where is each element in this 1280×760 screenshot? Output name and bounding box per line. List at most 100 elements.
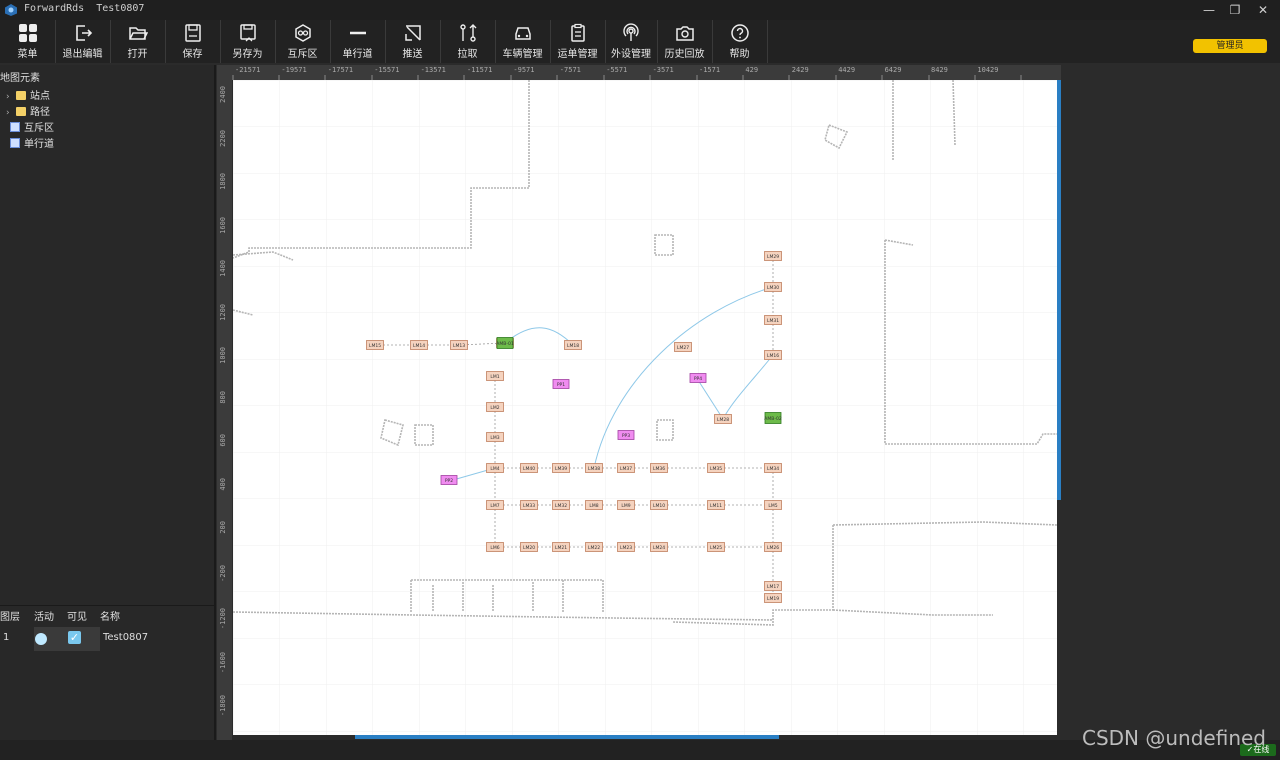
station-marker[interactable]: LM8 <box>585 500 603 510</box>
vertical-scrollbar[interactable] <box>1057 80 1061 500</box>
station-marker-label: LM9 <box>621 503 630 509</box>
station-marker[interactable]: LM10 <box>650 500 668 510</box>
station-marker-label: LM36 <box>653 466 665 472</box>
station-marker[interactable]: LM35 <box>707 463 725 473</box>
tree-item-oneway[interactable]: 单行道 <box>10 135 54 150</box>
robot-marker[interactable]: AMB-01 <box>496 337 514 349</box>
station-marker[interactable]: LM5 <box>764 500 782 510</box>
map-svg[interactable]: LM15LM14LM13LM12LM18LM1LM2LM3LM4LM40LM39… <box>233 80 1057 735</box>
order-mgmt-button[interactable]: 运单管理 <box>550 20 606 63</box>
pink-point-marker[interactable]: PP2 <box>440 475 458 485</box>
station-marker[interactable]: LM25 <box>707 542 725 552</box>
tree-item-stations[interactable]: › 站点 <box>6 87 50 102</box>
mutex-zone-button[interactable]: 互斥区 <box>275 20 331 63</box>
layer-row[interactable]: 1 ✓ Test0807 <box>0 626 214 652</box>
station-marker[interactable]: LM27 <box>674 342 692 352</box>
station-marker[interactable]: LM7 <box>486 500 504 510</box>
station-marker[interactable]: LM33 <box>520 500 538 510</box>
save-button[interactable]: 保存 <box>165 20 221 63</box>
ruler-left-label: -200 <box>219 564 227 582</box>
open-button[interactable]: 打开 <box>110 20 166 63</box>
station-marker[interactable]: LM30 <box>764 282 782 292</box>
save-as-button[interactable]: 另存为 <box>220 20 276 63</box>
pull-icon <box>459 24 476 42</box>
station-marker[interactable]: LM31 <box>764 315 782 325</box>
station-marker-label: LM3 <box>490 435 499 441</box>
menu-button[interactable]: 菜单 <box>0 20 56 63</box>
ruler-top-label: -11571 <box>467 66 493 74</box>
station-marker-label: LM1 <box>490 374 499 380</box>
broadcast-icon <box>623 23 639 41</box>
chevron-right-icon[interactable]: › <box>6 92 16 102</box>
station-marker[interactable]: LM2 <box>486 402 504 412</box>
station-marker[interactable]: LM17 <box>764 581 782 591</box>
chevron-right-icon[interactable]: › <box>6 108 16 118</box>
station-marker[interactable]: LM1 <box>486 371 504 381</box>
exit-edit-button[interactable]: 退出编辑 <box>55 20 111 63</box>
history-playback-button[interactable]: 历史回放 <box>657 20 713 63</box>
station-marker[interactable]: LM37 <box>617 463 635 473</box>
ruler-left-label: 2200 <box>219 129 227 147</box>
station-marker[interactable]: LM6 <box>486 542 504 552</box>
station-marker[interactable]: LM21 <box>552 542 570 552</box>
station-marker[interactable]: LM18 <box>564 340 582 350</box>
push-button[interactable]: 推送 <box>385 20 441 63</box>
station-marker[interactable]: LM15 <box>366 340 384 350</box>
pull-button[interactable]: 拉取 <box>440 20 496 63</box>
station-marker-label: LM6 <box>490 545 499 551</box>
station-marker[interactable]: LM26 <box>764 542 782 552</box>
admin-badge[interactable]: 管理员 <box>1193 39 1267 53</box>
pink-point-marker[interactable]: PP3 <box>617 430 635 440</box>
pink-point-marker[interactable]: PP1 <box>552 379 570 389</box>
horizontal-scrollbar[interactable] <box>355 735 779 739</box>
close-button[interactable]: ✕ <box>1250 0 1276 20</box>
station-marker-label: LM30 <box>767 285 779 291</box>
ruler-top-label: -15571 <box>374 66 400 74</box>
station-marker[interactable]: LM40 <box>520 463 538 473</box>
robot-marker[interactable]: AMB-02 <box>764 412 782 424</box>
station-marker[interactable]: LM23 <box>617 542 635 552</box>
station-marker[interactable]: LM13 <box>450 340 468 350</box>
station-marker[interactable]: LM34 <box>764 463 782 473</box>
visible-checkbox[interactable]: ✓ <box>68 631 81 644</box>
station-marker[interactable]: LM28 <box>714 414 732 424</box>
folder-icon <box>16 91 26 100</box>
oneway-button[interactable]: 单行道 <box>330 20 386 63</box>
vehicle-mgmt-button[interactable]: 车辆管理 <box>495 20 551 63</box>
station-marker[interactable]: LM14 <box>410 340 428 350</box>
station-marker-label: LM26 <box>767 545 779 551</box>
station-marker[interactable]: LM16 <box>764 350 782 360</box>
pink-point-marker-label: PP4 <box>694 376 702 382</box>
station-marker[interactable]: LM36 <box>650 463 668 473</box>
station-marker[interactable]: LM4 <box>486 463 504 473</box>
clipboard-icon <box>570 23 585 42</box>
layer-name: Test0807 <box>103 632 149 643</box>
station-marker[interactable]: LM11 <box>707 500 725 510</box>
station-marker[interactable]: LM3 <box>486 432 504 442</box>
station-marker[interactable]: LM39 <box>552 463 570 473</box>
station-marker[interactable]: LM20 <box>520 542 538 552</box>
station-marker[interactable]: LM9 <box>617 500 635 510</box>
station-marker[interactable]: LM19 <box>764 593 782 603</box>
peripheral-mgmt-button[interactable]: 外设管理 <box>605 20 658 63</box>
open-label: 打开 <box>127 49 148 60</box>
pink-point-marker[interactable]: PP4 <box>689 373 707 383</box>
station-marker[interactable]: LM24 <box>650 542 668 552</box>
active-radio[interactable] <box>35 633 47 645</box>
map-viewport[interactable]: LM15LM14LM13LM12LM18LM1LM2LM3LM4LM40LM39… <box>233 80 1057 735</box>
tree-item-mutex[interactable]: 互斥区 <box>10 119 54 134</box>
minimize-button[interactable]: — <box>1196 0 1222 20</box>
station-marker[interactable]: LM29 <box>764 251 782 261</box>
map-canvas-area[interactable]: -21571 -19571 -17571 -15571 -13571 -11571 -957… <box>217 65 1061 740</box>
tree-item-label: 站点 <box>30 91 50 102</box>
tree-item-paths[interactable]: › 路径 <box>6 103 50 118</box>
ruler-left-label: 1200 <box>219 303 227 321</box>
restore-button[interactable]: ❐ <box>1222 0 1248 20</box>
station-marker[interactable]: LM22 <box>585 542 603 552</box>
station-marker[interactable]: LM32 <box>552 500 570 510</box>
pink-point-marker-label: PP3 <box>622 433 630 439</box>
station-marker-label: LM7 <box>490 503 499 509</box>
ruler-top-label: 6429 <box>884 66 902 74</box>
help-button[interactable]: 帮助 <box>712 20 768 63</box>
station-marker[interactable]: LM38 <box>585 463 603 473</box>
